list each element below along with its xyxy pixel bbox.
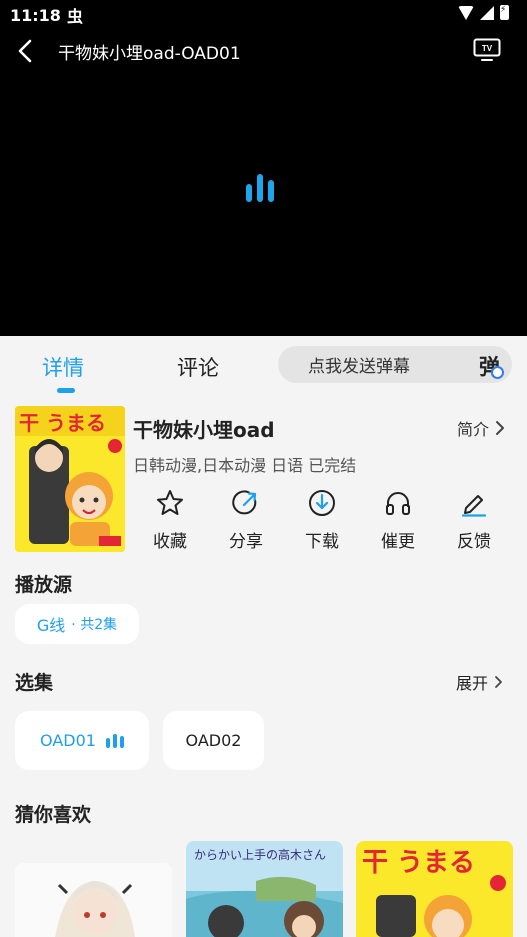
download-icon xyxy=(309,490,335,516)
source-chip-g-line[interactable]: G线 · 共2集 xyxy=(15,604,139,644)
wifi-icon xyxy=(458,5,474,20)
episodes-section-title: 选集 xyxy=(15,672,54,694)
tv-cast-icon: TV xyxy=(473,38,501,61)
status-time: 11:18 xyxy=(10,5,61,25)
favorite-button[interactable]: 收藏 xyxy=(132,488,208,558)
favorite-label: 收藏 xyxy=(153,532,187,552)
source-line: G线 xyxy=(36,616,66,635)
feedback-pen-icon xyxy=(461,495,487,517)
tv-cast-button[interactable]: TV xyxy=(473,38,501,62)
tab-comments[interactable]: 评论 xyxy=(177,352,219,382)
detail-panel: 详情 评论 点我发送弹幕 弹 干 うまる 干物妹小埋oad 简介 日韩动漫,日本… xyxy=(0,336,527,937)
anime-cover-image: 干 うまる xyxy=(15,406,125,552)
danmaku-input[interactable]: 点我发送弹幕 弹 xyxy=(278,346,512,383)
intro-label: 简介 xyxy=(456,420,489,439)
anime-meta: 日韩动漫,日本动漫 日语 已完结 xyxy=(133,456,357,475)
expand-label: 展开 xyxy=(455,674,488,693)
status-icons xyxy=(458,5,509,20)
battery-icon xyxy=(500,5,509,20)
tab-details[interactable]: 详情 xyxy=(42,352,84,382)
source-section-title: 播放源 xyxy=(15,574,73,596)
feedback-label: 反馈 xyxy=(457,532,491,552)
urge-update-label: 催更 xyxy=(381,532,415,552)
tab-bar: 详情 评论 点我发送弹幕 弹 xyxy=(0,346,527,396)
episode-chip-oad02[interactable]: OAD02 xyxy=(163,711,264,770)
back-arrow-icon xyxy=(18,39,32,63)
recommend-cover-2: からかい上手の高木さん xyxy=(186,841,343,937)
episode-chip-oad01[interactable]: OAD01 xyxy=(15,711,149,770)
tab-active-indicator xyxy=(57,388,75,393)
now-playing-icon xyxy=(105,733,124,748)
chevron-right-icon xyxy=(496,421,504,435)
danmaku-placeholder: 点我发送弹幕 xyxy=(308,357,410,377)
loading-indicator xyxy=(246,172,282,202)
status-app-icon: 虫 xyxy=(66,7,83,26)
episode-label: OAD02 xyxy=(185,731,242,750)
anime-title: 干物妹小埋oad xyxy=(133,418,275,442)
intro-link[interactable]: 简介 xyxy=(457,416,505,440)
star-icon xyxy=(157,490,183,515)
svg-text:干 うまる: 干 うまる xyxy=(19,411,106,435)
player-top-bar: 干物妹小埋oad-OAD01 TV xyxy=(0,34,527,68)
player-title: 干物妹小埋oad-OAD01 xyxy=(58,43,241,64)
feedback-button[interactable]: 反馈 xyxy=(436,488,512,558)
recommend-cover-3: 干 うまる xyxy=(356,841,513,937)
urge-update-button[interactable]: 催更 xyxy=(360,488,436,558)
recommend-card-3[interactable]: 干 うまる xyxy=(356,841,513,937)
recommend-card-1[interactable] xyxy=(15,863,172,937)
action-row: 收藏 分享 下载 催更 反馈 xyxy=(132,488,512,558)
recommend-cover-2-title: からかい上手の高木さん xyxy=(194,847,326,862)
headphones-icon xyxy=(386,492,410,515)
download-label: 下载 xyxy=(305,532,339,552)
recommend-card-2[interactable]: からかい上手の高木さん xyxy=(186,841,343,937)
svg-text:干 うまる: 干 うまる xyxy=(362,848,475,878)
status-bar: 11:18 虫 xyxy=(0,0,527,30)
back-button[interactable] xyxy=(18,34,58,68)
chevron-right-icon xyxy=(495,676,502,688)
expand-episodes-link[interactable]: 展开 xyxy=(456,670,503,694)
episode-label: OAD01 xyxy=(40,731,96,750)
source-episode-count: · 共2集 xyxy=(71,617,118,633)
share-label: 分享 xyxy=(229,532,263,552)
share-icon xyxy=(232,490,257,515)
download-button[interactable]: 下载 xyxy=(284,488,360,558)
tv-label: TV xyxy=(482,44,493,53)
share-button[interactable]: 分享 xyxy=(208,488,284,558)
video-player[interactable]: 11:18 虫 干物妹小埋oad-OAD01 TV xyxy=(0,0,527,336)
recommend-cover-1 xyxy=(15,863,172,937)
signal-icon xyxy=(480,5,494,20)
recommend-section-title: 猜你喜欢 xyxy=(15,804,92,826)
danmaku-check-icon xyxy=(491,366,504,379)
